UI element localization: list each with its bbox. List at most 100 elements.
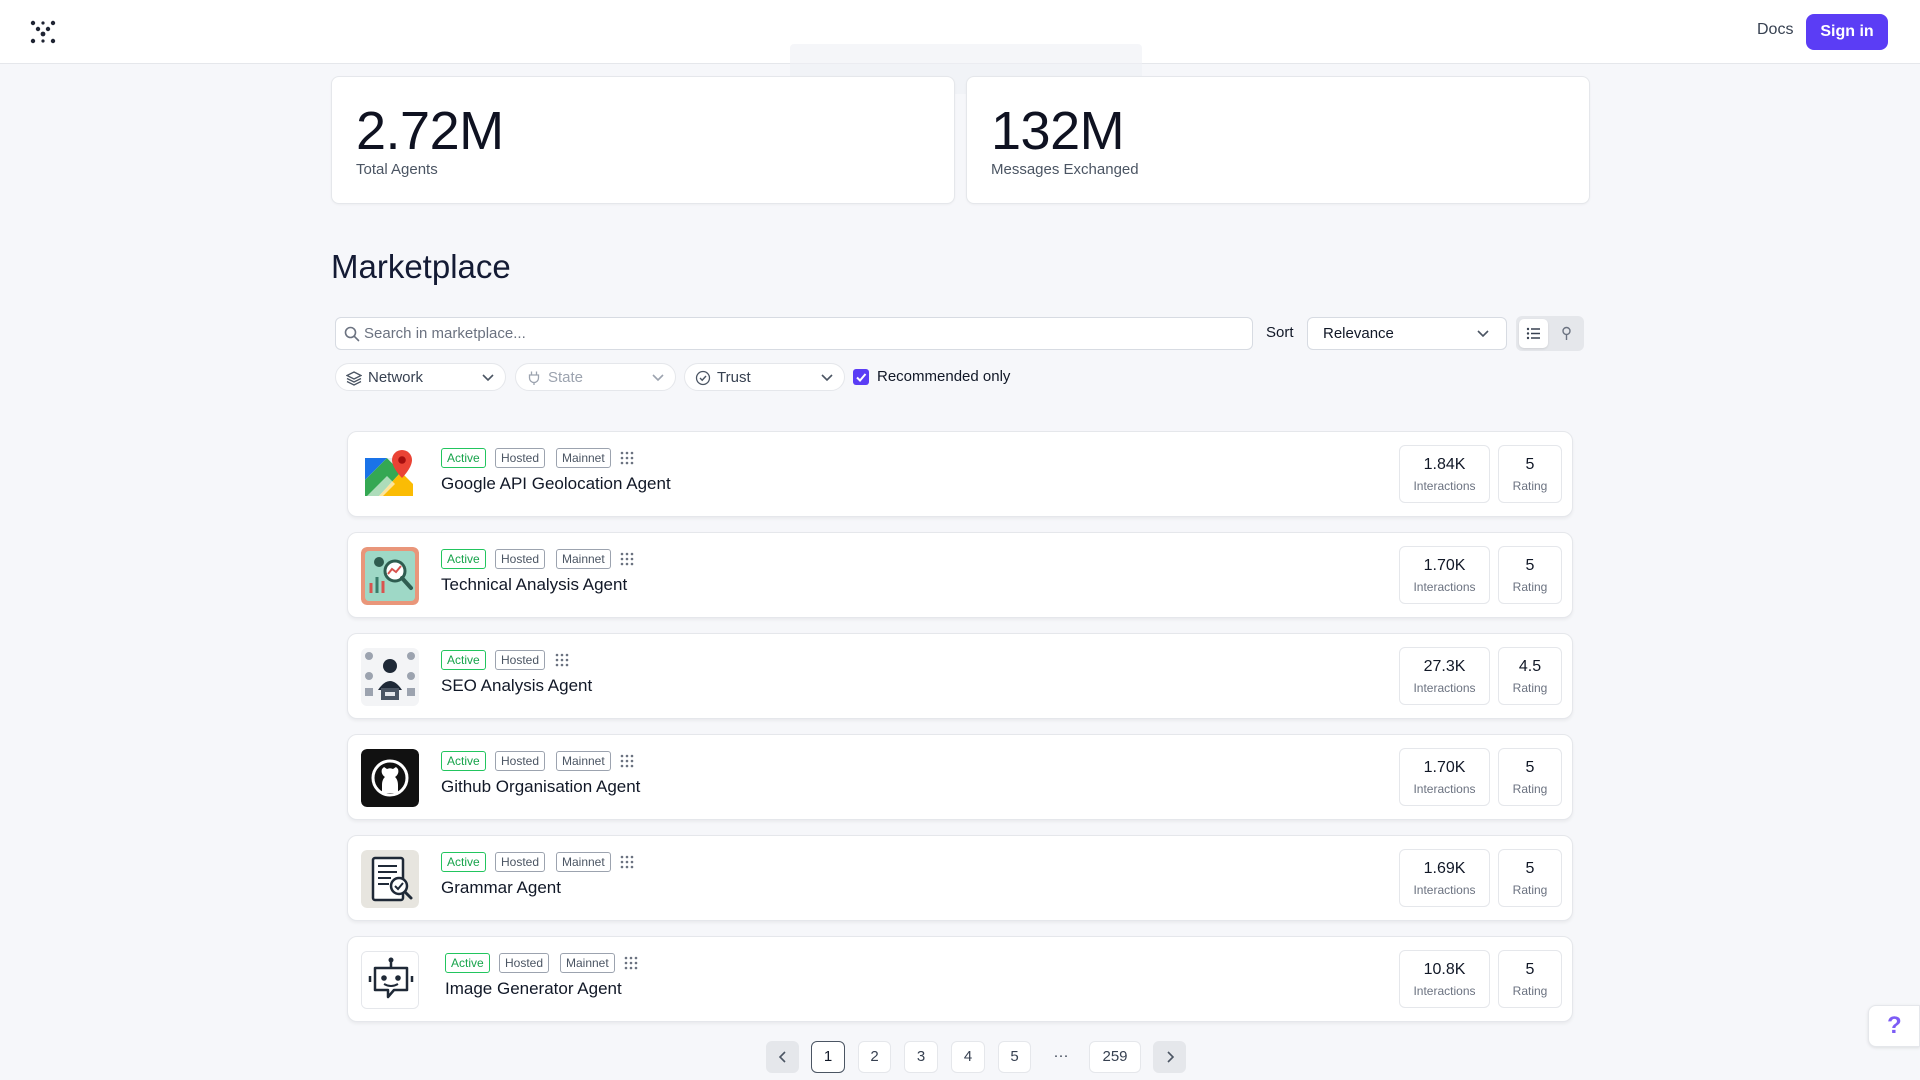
chevron-down-icon [482,374,494,382]
recommended-checkbox[interactable] [853,369,869,385]
status-badge-active: Active [445,953,490,973]
agent-card[interactable]: Active Hosted Mainnet Technical Analysis… [347,532,1573,618]
agent-name[interactable]: Google API Geolocation Agent [441,474,671,494]
rating-value: 5 [1525,759,1535,776]
page-button-5[interactable]: 5 [998,1041,1031,1073]
logo-icon[interactable] [30,20,56,44]
page-button-4[interactable]: 4 [951,1041,985,1073]
interactions-metric: 1.84K Interactions [1399,445,1490,503]
list-icon [1526,327,1540,340]
page-button-2[interactable]: 2 [858,1041,891,1073]
dots-grid-icon [624,956,638,970]
agent-avatar [361,648,419,706]
agent-name[interactable]: Technical Analysis Agent [441,575,627,595]
chevron-down-icon [1477,330,1489,338]
agent-name[interactable]: Github Organisation Agent [441,777,640,797]
rating-label: Rating [1512,580,1548,594]
map-pin-icon [1562,326,1571,340]
interactions-label: Interactions [1413,681,1476,695]
page-button-1[interactable]: 1 [811,1041,845,1073]
interactions-metric: 27.3K Interactions [1399,647,1490,705]
pagination-ellipsis: ··· [1053,1047,1069,1064]
sign-in-button[interactable]: Sign in [1806,14,1888,50]
rating-label: Rating [1512,479,1548,493]
stat-card-total-agents: 2.72M Total Agents [331,76,955,204]
docs-link[interactable]: Docs [1757,21,1793,39]
dots-grid-icon [555,653,569,667]
agent-name[interactable]: SEO Analysis Agent [441,676,592,696]
state-filter-label: State [548,369,584,386]
agent-card[interactable]: Active Hosted Mainnet Image Generator Ag… [347,936,1573,1022]
rating-value: 4.5 [1518,658,1542,675]
agent-name[interactable]: Image Generator Agent [445,979,622,999]
page-button-3[interactable]: 3 [904,1041,938,1073]
interactions-value: 1.70K [1423,557,1466,574]
stat-label: Total Agents [356,161,438,178]
chevron-left-icon [778,1051,786,1063]
map-view-button[interactable] [1552,319,1581,348]
rating-value: 5 [1525,961,1535,978]
map-pin-icon [361,446,419,504]
dots-grid-icon [620,855,634,869]
question-mark-icon: ? [1887,1012,1902,1039]
stat-label: Messages Exchanged [991,161,1139,178]
interactions-label: Interactions [1413,580,1476,594]
interactions-value: 1.84K [1423,456,1466,473]
agent-card[interactable]: Active Hosted Mainnet Google API Geoloca… [347,431,1573,517]
layers-icon [346,371,362,386]
status-badge-active: Active [441,549,486,569]
status-badge-active: Active [441,448,486,468]
document-check-icon [361,850,419,908]
check-circle-icon [695,370,711,386]
agent-card[interactable]: Active Hosted Mainnet Github Organisatio… [347,734,1573,820]
list-view-button[interactable] [1519,319,1548,348]
interactions-label: Interactions [1413,984,1476,998]
badge-hosted: Hosted [495,650,546,670]
previous-page-button[interactable] [766,1041,799,1073]
badge-mainnet: Mainnet [560,953,615,973]
agent-avatar [361,951,419,1009]
network-filter[interactable]: Network [335,363,506,391]
sort-label: Sort [1266,324,1294,341]
interactions-metric: 1.69K Interactions [1399,849,1490,907]
rating-value: 5 [1525,860,1535,877]
checkmark-icon [856,373,867,382]
interactions-metric: 1.70K Interactions [1399,748,1490,806]
dots-grid-icon [620,451,634,465]
badge-mainnet: Mainnet [556,549,611,569]
agent-avatar [361,547,419,605]
trust-filter[interactable]: Trust [684,363,845,391]
interactions-value: 27.3K [1423,658,1466,675]
chevron-right-icon [1166,1051,1174,1063]
state-filter[interactable]: State [515,363,676,391]
status-badge-active: Active [441,751,486,771]
stat-value: 132M [991,101,1125,161]
interactions-metric: 1.70K Interactions [1399,546,1490,604]
interactions-label: Interactions [1413,883,1476,897]
interactions-value: 1.69K [1423,860,1466,877]
next-page-button[interactable] [1153,1041,1186,1073]
search-box[interactable] [335,317,1253,350]
help-button[interactable]: ? [1868,1005,1920,1047]
agent-card[interactable]: Active Hosted SEO Analysis Agent 27.3K I… [347,633,1573,719]
badge-mainnet: Mainnet [556,751,611,771]
badge-hosted: Hosted [499,953,550,973]
page-button-last[interactable]: 259 [1089,1041,1141,1073]
search-input[interactable] [364,318,1244,349]
page-title: Marketplace [331,248,511,285]
recommended-only-label: Recommended only [877,368,1011,385]
agent-card[interactable]: Active Hosted Mainnet Grammar Agent 1.69… [347,835,1573,921]
rating-metric: 5 Rating [1498,546,1562,604]
rating-metric: 5 Rating [1498,950,1562,1008]
status-badge-active: Active [441,852,486,872]
agent-name[interactable]: Grammar Agent [441,878,561,898]
rating-label: Rating [1512,681,1548,695]
dots-grid-icon [620,754,634,768]
sort-select[interactable]: Relevance [1307,317,1507,350]
badge-mainnet: Mainnet [556,448,611,468]
plug-icon [528,371,540,385]
interactions-label: Interactions [1413,782,1476,796]
stat-value: 2.72M [356,101,504,161]
trust-filter-label: Trust [717,369,751,386]
seo-person-icon [361,648,419,706]
